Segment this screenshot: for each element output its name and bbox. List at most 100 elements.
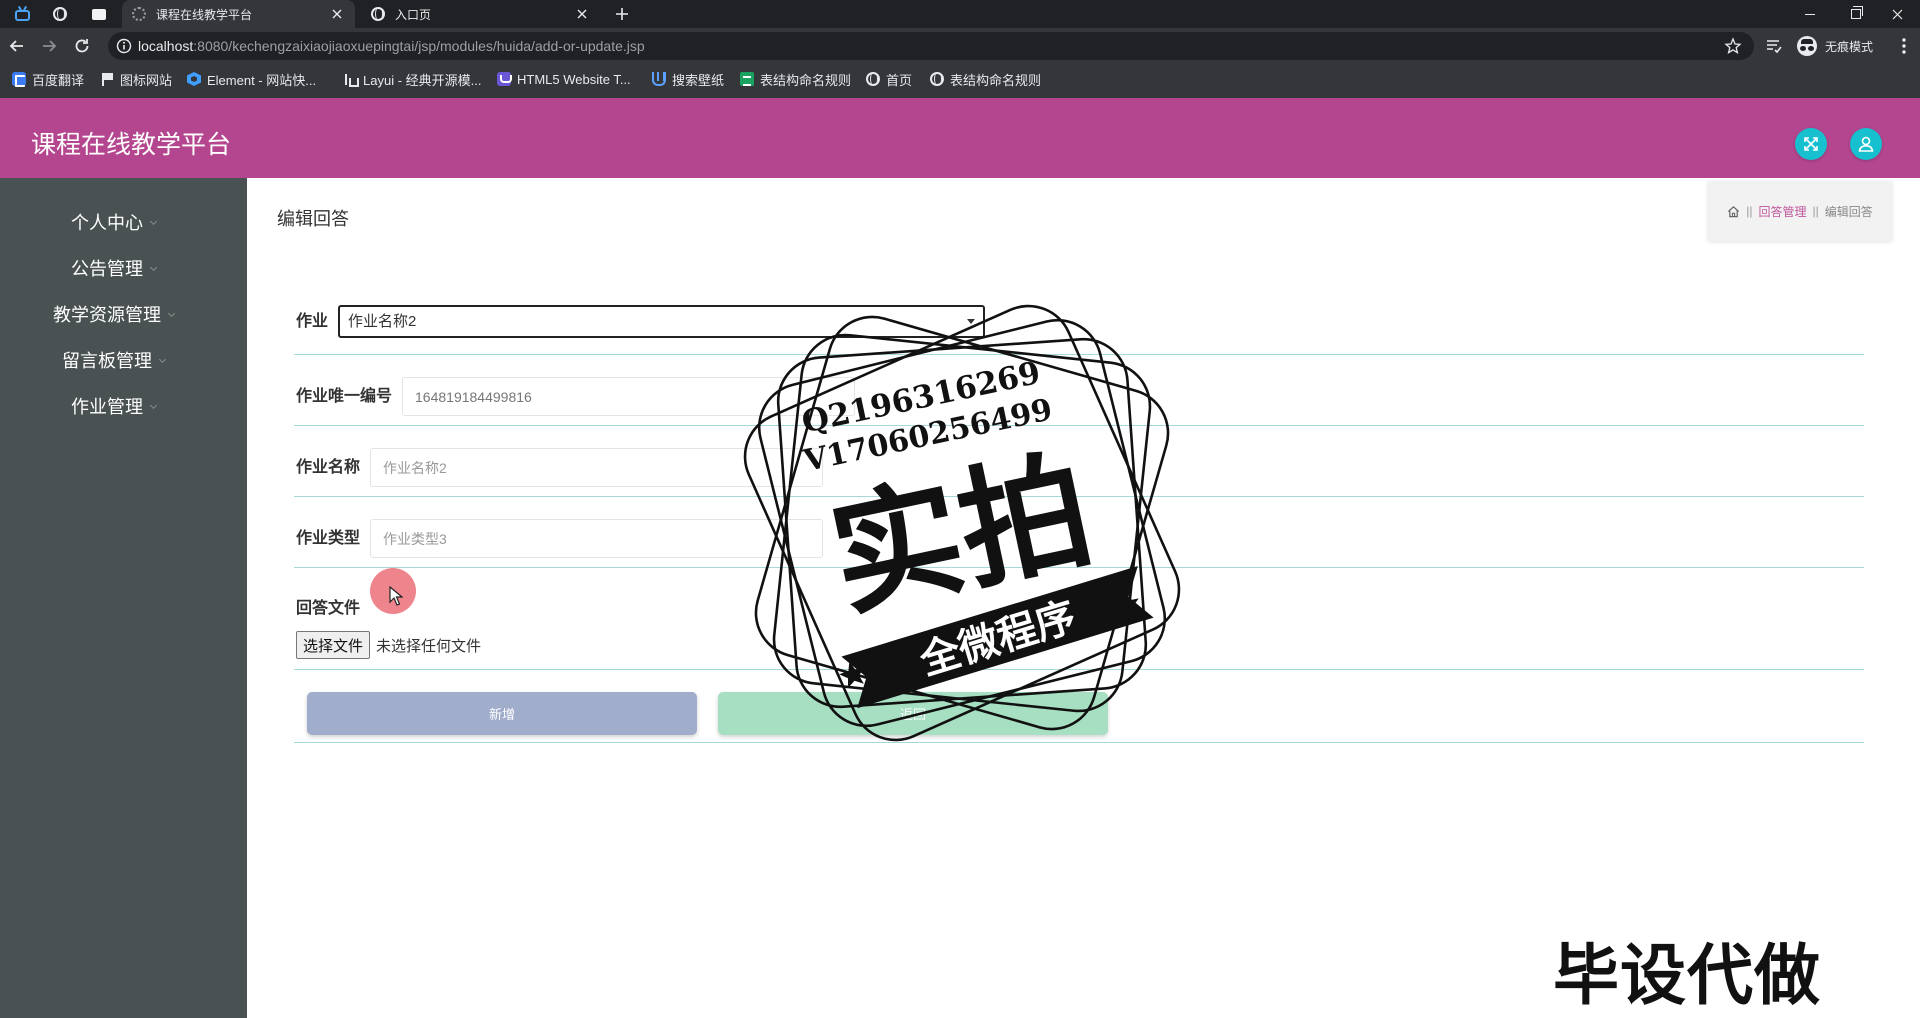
- homework-id-label: 作业唯一编号: [296, 387, 393, 405]
- tab-title: 课程在线教学平台: [156, 7, 253, 22]
- address-bar[interactable]: localhost:8080/kechengzaixiaojiaoxueping…: [108, 32, 1754, 60]
- restore-icon: [1851, 6, 1863, 19]
- choose-file-button[interactable]: 选择文件: [296, 631, 371, 659]
- wallpaper-icon: [652, 72, 666, 86]
- homework-label: 作业: [296, 312, 329, 330]
- homework-name-label: 作业名称: [296, 458, 361, 476]
- answer-edit-form: 作业 作业名称2 作业唯一编号 作业名称 作业类型 回答文件 选择文件 未选择任…: [294, 285, 1864, 743]
- chevron-down-icon: [149, 401, 158, 409]
- form-row-homework-type: 作业类型: [294, 497, 1864, 568]
- breadcrumb-separator: ||: [1746, 204, 1753, 218]
- back-button[interactable]: [7, 36, 27, 56]
- profile-label: 无痕模式: [1825, 39, 1874, 54]
- sheet-icon: [740, 72, 754, 86]
- forward-arrow-icon: [43, 40, 57, 52]
- chevron-down-icon: [149, 217, 158, 225]
- close-icon: [1892, 9, 1902, 19]
- bookmark-item[interactable]: Element - 网站快...: [187, 64, 316, 94]
- minimize-icon: [1805, 13, 1815, 15]
- new-tab-icon[interactable]: [614, 6, 630, 22]
- form-row-homework: 作业 作业名称2: [294, 285, 1864, 355]
- sidebar: 个人中心 公告管理 教学资源管理 留言板管理 作业管理: [0, 178, 247, 1018]
- bookmark-star-icon[interactable]: [1724, 37, 1742, 55]
- url-path: :8080/kechengzaixiaojiaoxuepingtai/jsp/m…: [193, 38, 645, 54]
- form-row-answer-file: 回答文件 选择文件 未选择任何文件: [294, 568, 1864, 670]
- homework-name-input[interactable]: [370, 448, 824, 487]
- bookmark-label: HTML5 Website T...: [517, 71, 631, 87]
- user-menu-button[interactable]: [1850, 128, 1882, 160]
- restore-button[interactable]: [1833, 0, 1879, 28]
- browser-tab[interactable]: 入口页: [361, 0, 600, 28]
- element-icon: [187, 72, 201, 86]
- bookmark-item[interactable]: 表结构命名规则: [740, 64, 851, 94]
- bookmark-label: 首页: [886, 72, 913, 88]
- url-text[interactable]: localhost:8080/kechengzaixiaojiaoxueping…: [138, 32, 645, 60]
- bookmark-item[interactable]: HTML5 Website T...: [497, 64, 631, 94]
- forward-button[interactable]: [39, 36, 59, 56]
- reading-list-icon: [1767, 40, 1782, 54]
- app-favicon-icon: [132, 7, 146, 21]
- homework-select[interactable]: 作业名称2: [338, 305, 986, 338]
- bookmark-label: 百度翻译: [32, 72, 85, 88]
- homework-id-input[interactable]: [402, 377, 856, 416]
- answer-file-label: 回答文件: [296, 600, 361, 617]
- bookmark-item[interactable]: 百度翻译: [12, 64, 84, 94]
- sidebar-item-announcements[interactable]: 公告管理: [0, 245, 247, 291]
- back-button[interactable]: 返回: [718, 692, 1108, 735]
- mouse-pointer-icon: [389, 586, 403, 606]
- bookmark-label: Layui - 经典开源模...: [363, 72, 482, 88]
- sidebar-item-label: 教学资源管理: [53, 305, 161, 325]
- bookmark-item[interactable]: 图标网站: [100, 64, 172, 94]
- bilibili-icon[interactable]: [15, 10, 30, 21]
- sidebar-item-teaching-resources[interactable]: 教学资源管理: [0, 291, 247, 337]
- homework-select-control[interactable]: 作业名称2: [340, 307, 984, 336]
- window-close-button[interactable]: [1874, 0, 1920, 28]
- file-status-text: 未选择任何文件: [376, 637, 482, 655]
- back-arrow-icon: [9, 40, 23, 52]
- breadcrumb-current: 编辑回答: [1824, 204, 1873, 219]
- form-actions: 新增 返回: [294, 670, 1864, 743]
- bookmark-item[interactable]: 表结构命名规则: [930, 64, 1041, 94]
- bookmarks-bar: 百度翻译 图标网站 Element - 网站快... Layui - 经典开源模…: [0, 64, 1920, 98]
- reading-list-button[interactable]: [1764, 36, 1784, 56]
- tab-title: 入口页: [395, 7, 432, 22]
- flag-icon: [100, 72, 114, 86]
- incognito-icon: [1797, 36, 1817, 56]
- main-content: 编辑回答 || 回答管理 || 编辑回答 作业 作业名称2 作业唯一编号 作业名…: [247, 178, 1920, 1018]
- breadcrumb-section-link[interactable]: 回答管理: [1758, 203, 1806, 220]
- globe-icon: [371, 7, 385, 21]
- bookmark-item[interactable]: 首页: [866, 64, 912, 94]
- app-title: 课程在线教学平台: [31, 131, 232, 159]
- breadcrumb: || 回答管理 || 编辑回答: [1708, 181, 1892, 241]
- translate-icon: [12, 72, 26, 87]
- bookmark-item[interactable]: 搜索壁纸: [652, 64, 724, 94]
- bookmark-label: 表结构命名规则: [760, 72, 852, 88]
- info-icon[interactable]: [116, 38, 132, 54]
- close-icon[interactable]: [329, 6, 345, 22]
- browser-tab-active[interactable]: 课程在线教学平台: [122, 0, 355, 28]
- sidebar-item-personal-center[interactable]: 个人中心: [0, 199, 247, 245]
- bookmark-item[interactable]: Layui - 经典开源模...: [343, 64, 481, 94]
- app-header: 课程在线教学平台: [0, 98, 1920, 178]
- reload-button[interactable]: [72, 36, 92, 56]
- corner-watermark: 毕设代做: [1553, 938, 1821, 1012]
- profile-button[interactable]: 无痕模式: [1797, 35, 1873, 57]
- browser-menu-button[interactable]: [1896, 36, 1912, 56]
- globe-icon: [930, 72, 944, 86]
- close-icon[interactable]: [574, 6, 590, 22]
- globe-icon[interactable]: [53, 7, 67, 21]
- submit-button[interactable]: 新增: [307, 692, 697, 735]
- fullscreen-button[interactable]: [1795, 128, 1827, 160]
- chevron-down-icon: [167, 309, 176, 317]
- bookmark-label: Element - 网站快...: [207, 72, 317, 88]
- sidebar-item-homework[interactable]: 作业管理: [0, 383, 247, 429]
- homework-type-label: 作业类型: [296, 529, 361, 547]
- minimize-button[interactable]: [1787, 0, 1833, 28]
- homework-type-input[interactable]: [370, 519, 824, 558]
- globe-icon: [866, 72, 880, 86]
- sidebar-item-message-board[interactable]: 留言板管理: [0, 337, 247, 383]
- window-icon[interactable]: [92, 9, 106, 20]
- browser-toolbar: localhost:8080/kechengzaixiaojiaoxueping…: [0, 28, 1920, 64]
- home-icon[interactable]: [1727, 205, 1740, 218]
- bookmark-label: 搜索壁纸: [672, 72, 725, 88]
